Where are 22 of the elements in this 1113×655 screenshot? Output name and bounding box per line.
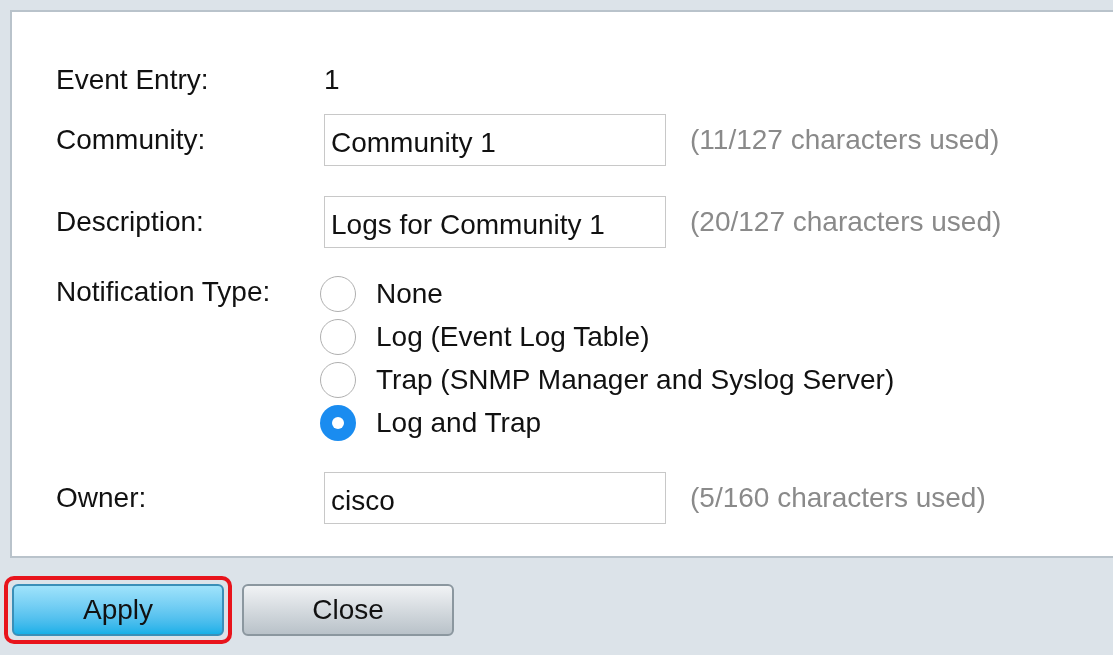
field-label: Notification Type:: [56, 275, 272, 309]
field-label: Description:: [56, 205, 205, 239]
radio-label: Log and Trap: [376, 405, 542, 440]
text-field[interactable]: cisco: [324, 472, 666, 524]
usage-hint: (5/160 characters used): [690, 481, 986, 515]
radio-button[interactable]: [320, 275, 356, 312]
usage-hint: (11/127 characters used): [690, 123, 1000, 157]
radio-button[interactable]: [320, 361, 356, 398]
radio-label: Log (Event Log Table): [376, 319, 650, 354]
field-label: Event Entry:: [56, 63, 210, 97]
field-label: Community:: [56, 123, 207, 157]
close-button[interactable]: Close: [242, 584, 454, 636]
radio-button[interactable]: [320, 404, 356, 441]
radio-button[interactable]: [320, 318, 356, 355]
text-field[interactable]: Community 1: [324, 114, 666, 166]
field-label: Owner:: [56, 481, 148, 515]
entry-value: 1: [324, 63, 340, 97]
apply-button[interactable]: Apply: [12, 584, 224, 636]
text-field[interactable]: Logs for Community 1: [324, 196, 666, 248]
radio-label: None: [376, 276, 443, 311]
usage-hint: (20/127 characters used): [690, 205, 1002, 239]
radio-label: Trap (SNMP Manager and Syslog Server): [376, 362, 895, 397]
